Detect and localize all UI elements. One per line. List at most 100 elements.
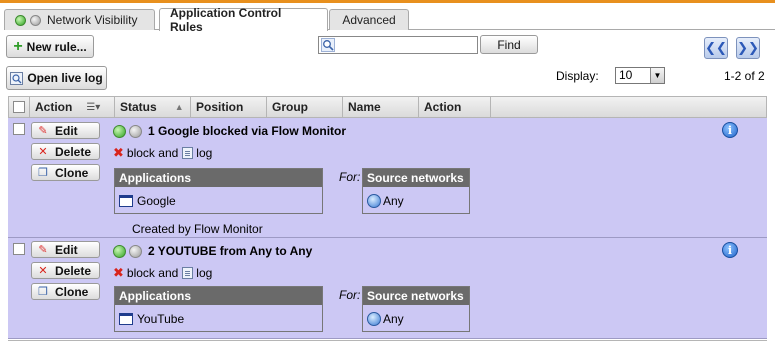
tab-bar: Network Visibility Application Control R… (4, 6, 775, 34)
log-label: log (196, 266, 213, 280)
table-bottom-border (8, 340, 767, 341)
chevron-down-icon: ▼ (650, 68, 664, 83)
display-count-select[interactable]: 10 ▼ (615, 67, 665, 84)
next-page-button[interactable]: ❯❯ (736, 37, 760, 59)
for-label: For: (339, 288, 361, 302)
clone-button[interactable]: ❐ Clone (31, 164, 100, 181)
enabled-status-icon[interactable] (113, 124, 126, 138)
disabled-status-icon[interactable] (129, 244, 142, 258)
rule-title: 2 YOUTUBE from Any to Any (113, 244, 312, 258)
source-network-item[interactable]: Any (363, 305, 469, 332)
column-label: Status (120, 100, 157, 114)
display-count-value: 10 (619, 68, 633, 82)
column-header-name[interactable]: Name (343, 97, 419, 117)
log-icon (182, 147, 194, 159)
find-label: Find (497, 37, 521, 52)
double-chevron-right-icon: ❯❯ (737, 40, 759, 55)
plus-icon: + (13, 37, 23, 55)
top-accent-line (0, 0, 775, 3)
tab-label: Network Visibility (47, 13, 138, 27)
column-label: Action (35, 100, 73, 114)
search-icon (321, 38, 335, 52)
live-log-icon (10, 71, 24, 85)
disabled-status-icon[interactable] (129, 124, 142, 138)
info-icon[interactable]: i (722, 242, 738, 258)
delete-button[interactable]: ✕ Delete (31, 262, 100, 279)
pencil-icon: ✎ (38, 125, 48, 137)
source-networks-box: Source networks Any (362, 286, 470, 332)
block-label: block (126, 146, 155, 160)
column-header-position[interactable]: Position (191, 97, 267, 117)
block-icon: ✖ (113, 145, 124, 160)
applications-box: Applications Google (114, 168, 323, 214)
column-header-group[interactable]: Group (267, 97, 343, 117)
pencil-icon: ✎ (38, 244, 48, 256)
find-button[interactable]: Find (480, 35, 538, 54)
application-window-icon (119, 194, 133, 207)
applications-header: Applications (115, 287, 322, 305)
table-row[interactable]: ✎ Edit ✕ Delete ❐ Clone 2 YOUTUBE from A… (8, 238, 767, 339)
tab-label: Application Control Rules (170, 6, 282, 34)
table-header: Action ☰▾ Status ▲ Position Group Name A… (8, 96, 767, 118)
status-grey-icon (30, 14, 41, 26)
column-label: Name (348, 100, 381, 114)
column-label: Group (272, 100, 308, 114)
new-rule-button[interactable]: + New rule... (6, 35, 94, 58)
tab-application-control-rules[interactable]: Application Control Rules (159, 6, 328, 34)
block-label: block (126, 266, 155, 280)
delete-button[interactable]: ✕ Delete (31, 143, 100, 160)
page-info: 1-2 of 2 (724, 69, 765, 83)
previous-page-button[interactable]: ❮❮ (704, 37, 728, 59)
source-networks-header: Source networks (363, 169, 469, 187)
delete-x-icon: ✕ (38, 265, 48, 277)
edit-label: Edit (55, 242, 78, 257)
enabled-status-icon[interactable] (113, 244, 126, 258)
search-input[interactable] (318, 36, 478, 54)
open-live-log-label: Open live log (27, 71, 103, 85)
tab-network-visibility[interactable]: Network Visibility (4, 9, 155, 30)
delete-x-icon: ✕ (38, 146, 48, 158)
column-header-status[interactable]: Status ▲ (115, 97, 191, 117)
source-network-name: Any (383, 311, 404, 326)
select-all-checkbox[interactable] (13, 101, 25, 113)
clone-label: Clone (55, 284, 89, 299)
column-header-rule-action[interactable]: Action (419, 97, 491, 117)
tab-label: Advanced (342, 13, 396, 27)
column-menu-icon[interactable]: ☰▾ (86, 102, 100, 113)
application-item[interactable]: YouTube (115, 305, 322, 332)
tab-advanced[interactable]: Advanced (329, 9, 409, 30)
application-name: Google (137, 193, 176, 208)
delete-label: Delete (55, 263, 92, 278)
open-live-log-button[interactable]: Open live log (6, 66, 107, 90)
rule-note: Created by Flow Monitor (132, 222, 263, 236)
application-item[interactable]: Google (115, 187, 322, 214)
double-chevron-left-icon: ❮❮ (705, 40, 727, 55)
applications-box: Applications YouTube (114, 286, 323, 332)
clone-button[interactable]: ❐ Clone (31, 283, 100, 300)
column-header-action[interactable]: Action ☰▾ (30, 97, 115, 117)
and-label: and (158, 146, 179, 160)
delete-label: Delete (55, 144, 92, 159)
edit-button[interactable]: ✎ Edit (31, 241, 100, 258)
rule-name: 1 Google blocked via Flow Monitor (148, 124, 347, 138)
edit-label: Edit (55, 123, 78, 138)
log-label: log (196, 146, 213, 160)
info-icon[interactable]: i (722, 122, 738, 138)
rule-name: 2 YOUTUBE from Any to Any (148, 244, 313, 258)
select-all-cell (9, 97, 30, 117)
block-icon: ✖ (113, 265, 124, 280)
rule-title: 1 Google blocked via Flow Monitor (113, 124, 346, 138)
edit-button[interactable]: ✎ Edit (31, 122, 100, 139)
row-checkbox[interactable] (13, 243, 25, 255)
for-label: For: (339, 170, 361, 184)
log-icon (182, 267, 194, 279)
source-network-item[interactable]: Any (363, 187, 469, 214)
column-label: Action (424, 100, 462, 114)
and-label: and (158, 266, 179, 280)
row-checkbox[interactable] (13, 123, 25, 135)
rule-action: ✖ block and log (113, 265, 212, 281)
application-window-icon (119, 312, 133, 325)
application-name: YouTube (137, 311, 185, 326)
clone-icon: ❐ (38, 167, 48, 179)
table-row[interactable]: ✎ Edit ✕ Delete ❐ Clone 1 Google blocked… (8, 118, 767, 238)
